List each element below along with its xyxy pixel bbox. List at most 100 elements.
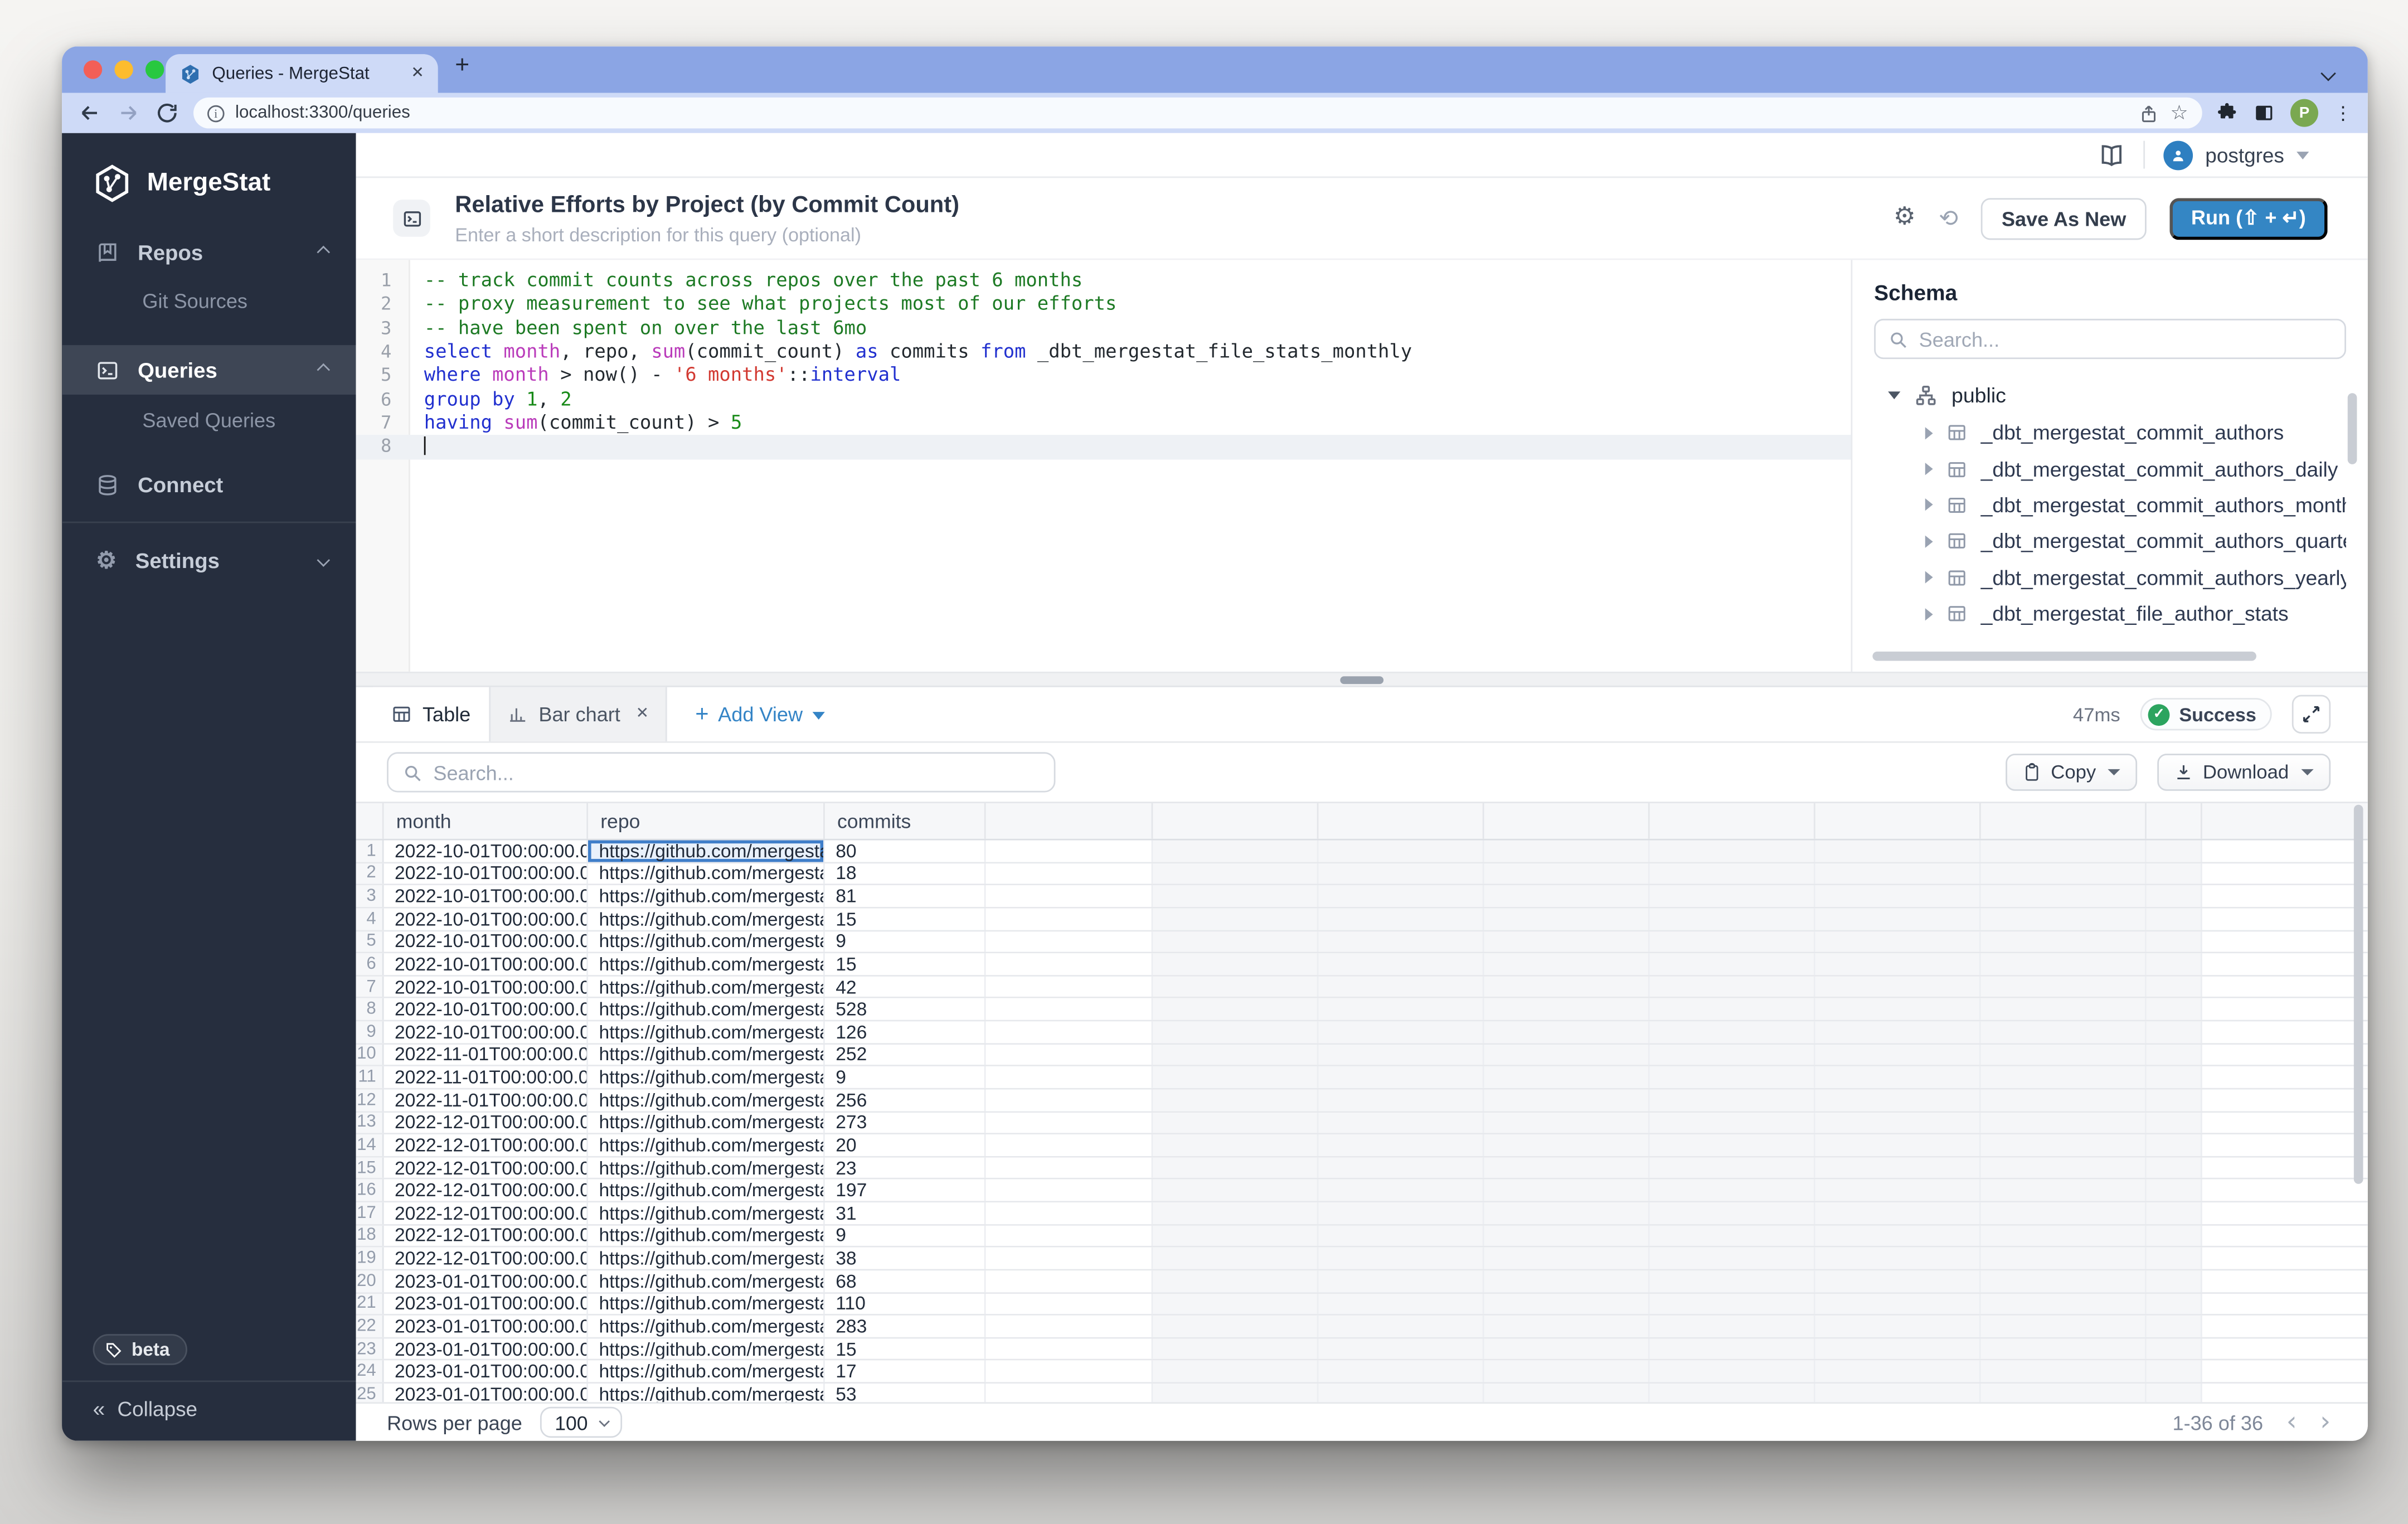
cell-empty[interactable]: [986, 863, 1153, 884]
cell-month[interactable]: 2022-12-01T00:00:00.000Z: [384, 1225, 588, 1246]
cell-empty[interactable]: [986, 954, 1153, 975]
cell-commits[interactable]: 528: [825, 999, 986, 1020]
cell-empty[interactable]: [2147, 1180, 2202, 1201]
caret-right-icon[interactable]: [1925, 426, 1933, 439]
cell-empty[interactable]: [2147, 1134, 2202, 1156]
cell-empty[interactable]: [1153, 1134, 1318, 1156]
cell-empty[interactable]: [1981, 1021, 2147, 1042]
side-panel-icon[interactable]: [2253, 102, 2275, 124]
cell-empty[interactable]: [1815, 1361, 1981, 1382]
cell-empty[interactable]: [1981, 1044, 2147, 1065]
cell-repo[interactable]: https://github.com/mergestat/...: [588, 999, 825, 1020]
cell-empty[interactable]: [1650, 999, 1815, 1020]
query-history-icon[interactable]: [1939, 204, 1958, 232]
cell-empty[interactable]: [1484, 863, 1650, 884]
cell-empty[interactable]: [1815, 976, 1981, 997]
cell-empty[interactable]: [2147, 999, 2202, 1020]
collapse-button[interactable]: Collapse: [62, 1381, 356, 1441]
cell-empty[interactable]: [986, 1021, 1153, 1042]
cell-empty[interactable]: [1153, 1338, 1318, 1360]
cell-empty[interactable]: [1815, 1270, 1981, 1292]
cell-empty[interactable]: [2147, 1248, 2202, 1269]
cell-repo[interactable]: https://github.com/mergestat/...: [588, 908, 825, 929]
cell-commits[interactable]: 38: [825, 1248, 986, 1269]
sidebar-item-repos[interactable]: Repos: [62, 229, 356, 275]
zoom-window-button[interactable]: [145, 60, 164, 79]
cell-commits[interactable]: 15: [825, 954, 986, 975]
cell-empty[interactable]: [1318, 841, 1484, 862]
cell-empty[interactable]: [1318, 1248, 1484, 1269]
cell-month[interactable]: 2022-10-01T00:00:00.000Z: [384, 908, 588, 929]
caret-right-icon[interactable]: [1925, 571, 1933, 584]
cell-commits[interactable]: 9: [825, 931, 986, 952]
cell-repo[interactable]: https://github.com/mergestat/...: [588, 1067, 825, 1088]
cell-empty[interactable]: [2147, 908, 2202, 929]
download-button[interactable]: Download: [2158, 754, 2331, 791]
cell-empty[interactable]: [1650, 1112, 1815, 1133]
cell-empty[interactable]: [1153, 1089, 1318, 1110]
cell-empty[interactable]: [1484, 954, 1650, 975]
cell-empty[interactable]: [1153, 931, 1318, 952]
results-search[interactable]: [387, 752, 1055, 792]
code-line[interactable]: 5where month > now() - '6 months'::inter…: [356, 364, 1851, 388]
cell-empty[interactable]: [1981, 1248, 2147, 1269]
cell-empty[interactable]: [1318, 1044, 1484, 1065]
cell-empty[interactable]: [1815, 1112, 1981, 1133]
cell-empty[interactable]: [1650, 1134, 1815, 1156]
column-header-repo[interactable]: repo: [588, 803, 825, 839]
cell-empty[interactable]: [986, 1067, 1153, 1088]
cell-empty[interactable]: [1484, 1044, 1650, 1065]
cell-repo[interactable]: https://github.com/mergestat/...: [588, 976, 825, 997]
cell-empty[interactable]: [1815, 1338, 1981, 1360]
cell-empty[interactable]: [1318, 1384, 1484, 1402]
tab-close-icon[interactable]: [411, 65, 424, 82]
cell-empty[interactable]: [1815, 1384, 1981, 1402]
cell-month[interactable]: 2022-10-01T00:00:00.000Z: [384, 863, 588, 884]
cell-empty[interactable]: [1650, 1180, 1815, 1201]
cell-empty[interactable]: [1650, 863, 1815, 884]
cell-empty[interactable]: [1650, 954, 1815, 975]
cell-empty[interactable]: [1153, 886, 1318, 907]
cell-commits[interactable]: 31: [825, 1202, 986, 1224]
cell-empty[interactable]: [1484, 1384, 1650, 1402]
cell-empty[interactable]: [1153, 999, 1318, 1020]
cell-empty[interactable]: [1815, 1157, 1981, 1178]
cell-empty[interactable]: [1318, 931, 1484, 952]
code-text[interactable]: group by 1, 2: [409, 388, 1851, 412]
cell-commits[interactable]: 9: [825, 1225, 986, 1246]
cell-empty[interactable]: [1981, 999, 2147, 1020]
cell-empty[interactable]: [1153, 1067, 1318, 1088]
code-text[interactable]: -- proxy measurement to see what project…: [409, 293, 1851, 317]
code-line[interactable]: 8: [356, 435, 1851, 459]
cell-empty[interactable]: [1153, 1021, 1318, 1042]
cell-empty[interactable]: [1815, 1316, 1981, 1337]
code-line[interactable]: 4select month, repo, sum(commit_count) a…: [356, 341, 1851, 365]
cell-repo[interactable]: https://github.com/mergestat/...: [588, 954, 825, 975]
cell-empty[interactable]: [1484, 1112, 1650, 1133]
schema-table-item[interactable]: _dbt_mergestat_commit_authors_daily: [1874, 451, 2346, 487]
code-text[interactable]: -- track commit counts across repos over…: [409, 269, 1851, 293]
cell-month[interactable]: 2022-10-01T00:00:00.000Z: [384, 886, 588, 907]
code-text[interactable]: having sum(commit_count) > 5: [409, 412, 1851, 436]
panel-splitter[interactable]: [356, 672, 2368, 687]
sidebar-item-connect[interactable]: Connect: [62, 461, 356, 507]
cell-empty[interactable]: [1981, 841, 2147, 862]
cell-empty[interactable]: [986, 1157, 1153, 1178]
cell-empty[interactable]: [2147, 1089, 2202, 1110]
cell-repo[interactable]: https://github.com/mergestat/...: [588, 1021, 825, 1042]
cell-empty[interactable]: [986, 1202, 1153, 1224]
cell-repo[interactable]: https://github.com/mergestat/...: [588, 1112, 825, 1133]
cell-month[interactable]: 2023-01-01T00:00:00.000Z: [384, 1316, 588, 1337]
cell-empty[interactable]: [1981, 931, 2147, 952]
cell-empty[interactable]: [1318, 954, 1484, 975]
cell-empty[interactable]: [1650, 1067, 1815, 1088]
cell-empty[interactable]: [1318, 1361, 1484, 1382]
code-line[interactable]: 3-- have been spent on over the last 6mo: [356, 317, 1851, 341]
cell-repo[interactable]: https://github.com/mergestat/...: [588, 1338, 825, 1360]
code-line[interactable]: 1-- track commit counts across repos ove…: [356, 269, 1851, 293]
cell-empty[interactable]: [1484, 1293, 1650, 1314]
add-view-button[interactable]: Add View: [695, 687, 824, 741]
cell-empty[interactable]: [1981, 1202, 2147, 1224]
cell-empty[interactable]: [1981, 1384, 2147, 1402]
cell-commits[interactable]: 9: [825, 1067, 986, 1088]
